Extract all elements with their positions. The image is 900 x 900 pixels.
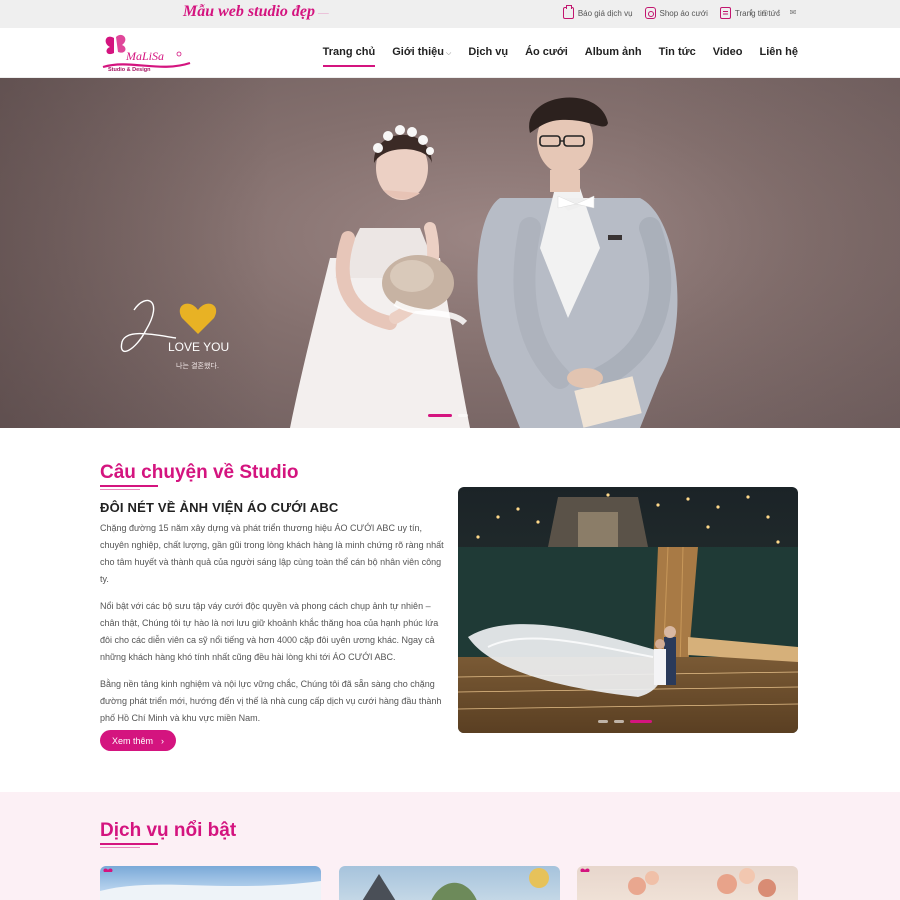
hero-dot[interactable] [458,414,468,417]
service-card[interactable] [577,866,798,900]
hero-pagination [428,414,468,417]
tagline-dash: — [318,5,329,19]
top-link-shop[interactable]: Shop áo cưới [644,7,708,19]
nav-label: Giới thiệu [392,46,445,58]
about-paragraph: Chặng đường 15 năm xây dựng và phát triể… [100,523,444,584]
about-subtitle: ĐÔI NÉT VỀ ẢNH VIỆN ÁO CƯỚI ABC [100,500,339,515]
facebook-icon[interactable]: f [747,8,755,17]
photo-dot-active[interactable] [630,720,652,723]
service-card[interactable] [100,866,321,900]
news-icon [719,7,731,19]
nav-label: Dịch vụ [468,46,509,58]
email-icon[interactable]: ✉ [789,8,797,17]
chevron-right-icon: › [161,735,165,746]
instagram-social-icon[interactable]: ◎ [761,8,769,17]
photo-pagination [598,720,652,723]
nav-label: Áo cưới [525,46,568,58]
main-nav: Trang chủ Giới thiệu ⌵ Dịch vụ Áo cưới Al… [322,46,798,67]
nav-label: Video [712,46,743,58]
brand-tagline[interactable]: Mẫu web studio đẹp — [183,3,329,21]
service-card-image [100,868,321,900]
studio-night-photo[interactable] [458,487,798,733]
nav-album[interactable]: Album ảnh [585,46,642,67]
nav-label: Trang chủ [322,46,376,58]
nav-label: Album ảnh [584,46,642,58]
nav-about[interactable]: Giới thiệu ⌵ [392,46,451,67]
nav-news[interactable]: Tin tức [659,46,696,67]
services-title-underline [100,843,158,848]
nav-home[interactable]: Trang chủ [322,46,376,67]
about-title: Câu chuyện về Studio [100,462,299,483]
about-title-underline [100,485,158,490]
read-more-label: Xem thêm [112,735,154,746]
service-card-image [362,868,549,900]
brand-tagline-text: Mẫu web studio đẹp [183,3,316,20]
service-card[interactable] [339,866,560,900]
photo-dot[interactable] [598,720,608,723]
korean-caption: 나는 결혼했다. [176,361,219,370]
chevron-down-icon: ⌵ [446,50,452,57]
photo-dot[interactable] [614,720,624,723]
site-header: MaLiSa Studio & Design Trang chủ Giới th… [0,28,900,78]
twitter-icon[interactable]: t [775,8,783,17]
social-links: f ◎ t ✉ [747,8,797,17]
nav-video[interactable]: Video [713,46,743,67]
about-paragraph: Nổi bật với các bộ sưu tập váy cưới độc … [100,601,439,662]
love-you-text: LOVE YOU [168,340,229,354]
hero-slider[interactable]: LOVE YOU 나는 결혼했다. [0,78,900,428]
nav-services[interactable]: Dịch vụ [468,46,508,67]
malisa-logo[interactable]: MaLiSa Studio & Design [100,33,192,75]
about-body: Chặng đường 15 năm xây dựng và phát triể… [100,520,445,737]
about-paragraph: Bằng nền tảng kinh nghiệm và nội lực vữn… [100,679,442,723]
nav-label: Liên hệ [759,46,798,58]
services-title: Dịch vụ nổi bật [100,820,237,841]
logo-text: MaLiSa [125,49,164,63]
top-link-quote[interactable]: Báo giá dịch vụ [562,5,633,19]
service-card-image [580,868,776,897]
nav-contact[interactable]: Liên hệ [759,46,798,67]
top-link-label: Shop áo cưới [659,8,708,18]
instagram-icon [644,7,656,19]
clipboard-icon [562,5,574,19]
logo-subtext: Studio & Design [108,67,151,73]
top-bar: Mẫu web studio đẹp — Báo giá dịch vụ Shop… [0,0,900,28]
top-link-label: Báo giá dịch vụ [577,8,633,18]
nav-label: Tin tức [658,46,696,58]
nav-dresses[interactable]: Áo cưới [525,46,568,67]
hero-dot-active[interactable] [428,414,452,417]
read-more-button[interactable]: Xem thêm › [100,730,177,751]
love-you-overlay: LOVE YOU 나는 결혼했다. [120,299,229,370]
